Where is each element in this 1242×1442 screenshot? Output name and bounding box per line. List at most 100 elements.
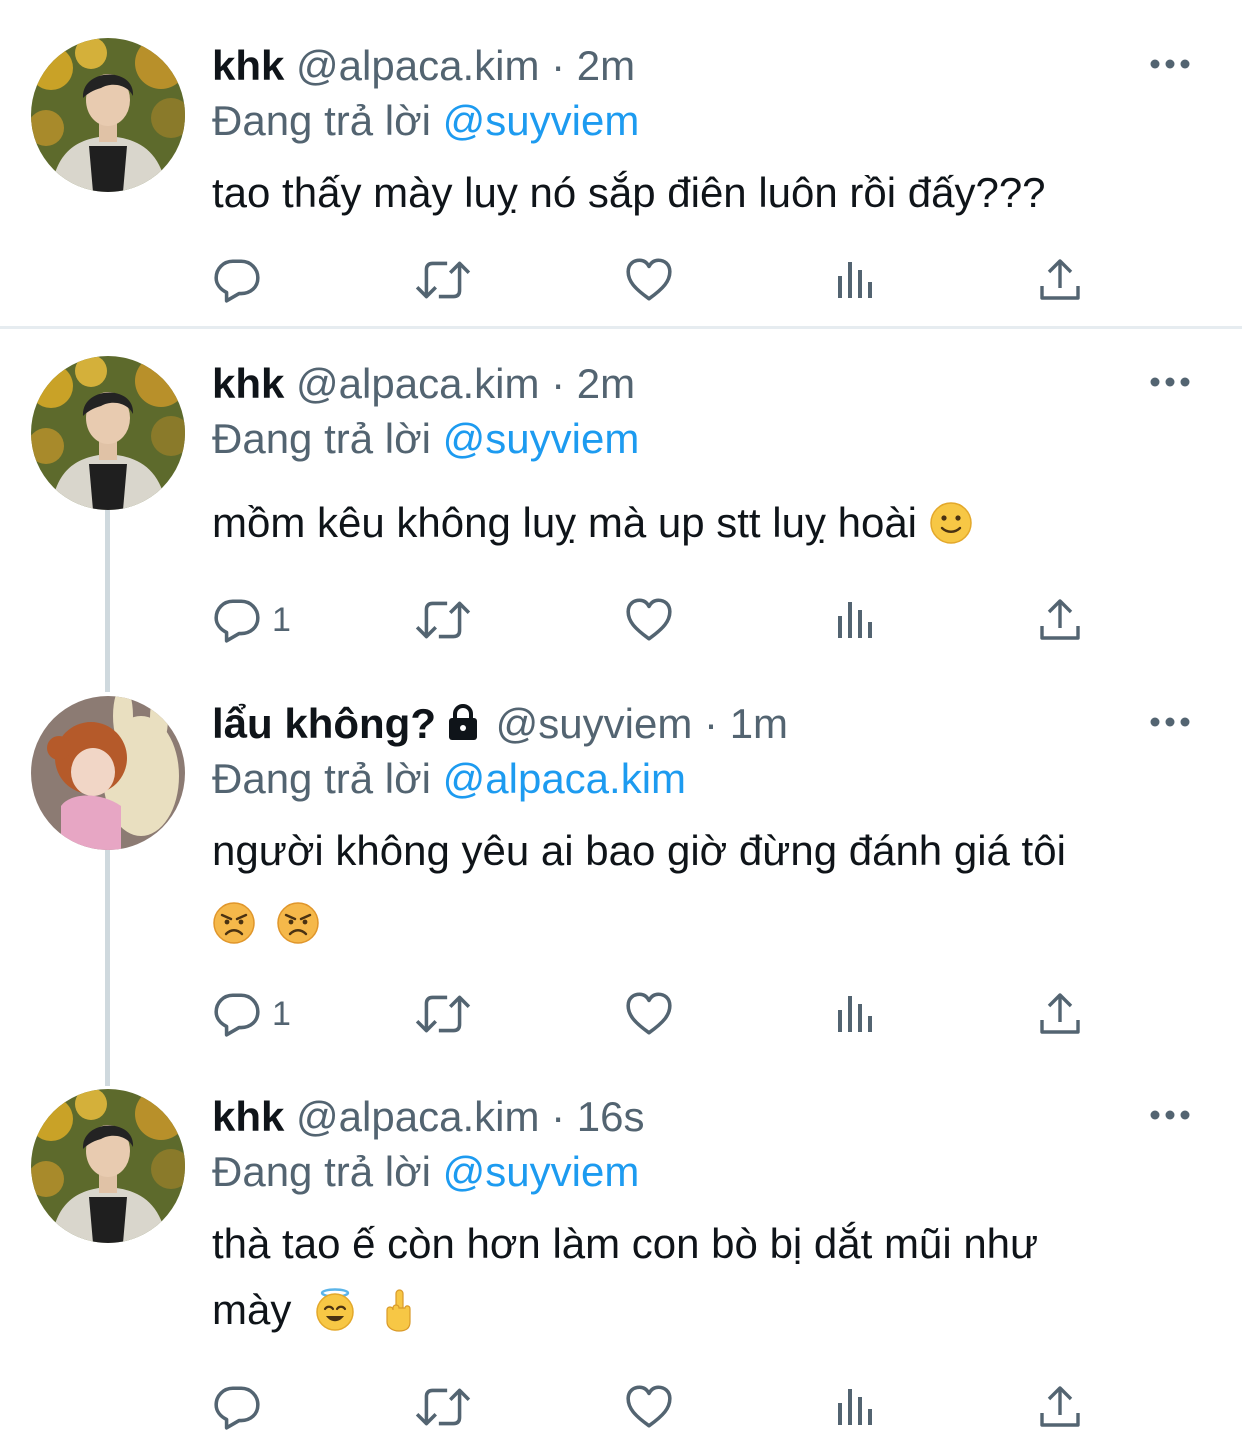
retweet-icon — [414, 255, 472, 305]
like-button[interactable] — [624, 594, 674, 646]
timestamp[interactable]: 16s — [577, 1093, 645, 1140]
retweet-icon — [414, 1382, 472, 1432]
tweet-header: lẩu không? @suyviem · 1m — [212, 698, 788, 750]
user-handle[interactable]: @alpaca.kim — [296, 1093, 539, 1140]
middle-finger-emoji — [377, 1288, 421, 1332]
reply-button[interactable] — [212, 254, 272, 306]
display-name[interactable]: khk — [212, 360, 284, 407]
reply-context: Đang trả lời @suyviem — [212, 95, 639, 147]
reply-prefix: Đang trả lời — [212, 415, 431, 462]
angry-face-emoji — [212, 901, 256, 945]
reply-prefix: Đang trả lời — [212, 97, 431, 144]
reply-button[interactable]: 1 — [212, 594, 291, 646]
reply-count: 1 — [272, 600, 291, 639]
display-name[interactable]: khk — [212, 42, 284, 89]
timestamp[interactable]: 2m — [577, 42, 635, 89]
slightly-smiling-face-emoji — [929, 501, 973, 545]
like-button[interactable] — [624, 988, 674, 1040]
action-bar: 1 — [212, 988, 1112, 1040]
reply-icon — [212, 1382, 262, 1432]
tweet-text: tao thấy mày luỵ nó sắp điên luôn rồi đấ… — [212, 160, 1202, 226]
tweet-3[interactable]: lẩu không? @suyviem · 1m Đang trả lời @a… — [0, 680, 1242, 1075]
share-button[interactable] — [1036, 254, 1084, 306]
timestamp[interactable]: 2m — [577, 360, 635, 407]
tweet-text: mồm kêu không luỵ mà up stt luỵ hoài — [212, 490, 1202, 556]
tweet-text: thà tao ế còn hơn làm con bò bị dắt mũi … — [212, 1211, 1202, 1343]
reply-mention[interactable]: @alpaca.kim — [443, 755, 686, 802]
share-button[interactable] — [1036, 1381, 1084, 1433]
retweet-button[interactable] — [414, 254, 472, 306]
avatar[interactable] — [31, 1089, 185, 1243]
user-handle[interactable]: @alpaca.kim — [296, 42, 539, 89]
tweet-text-line: thà tao ế còn hơn làm con bò bị dắt mũi … — [212, 1220, 1039, 1267]
display-name[interactable]: khk — [212, 1093, 284, 1140]
avatar[interactable] — [31, 356, 185, 510]
more-icon[interactable] — [1150, 376, 1190, 388]
retweet-button[interactable] — [414, 594, 472, 646]
reply-mention[interactable]: @suyviem — [443, 415, 640, 462]
share-icon — [1036, 990, 1084, 1038]
views-icon — [832, 256, 880, 304]
like-button[interactable] — [624, 1381, 674, 1433]
share-icon — [1036, 596, 1084, 644]
separator: · — [704, 700, 719, 747]
reply-icon — [212, 989, 262, 1039]
share-button[interactable] — [1036, 988, 1084, 1040]
share-icon — [1036, 1383, 1084, 1431]
reply-button[interactable]: 1 — [212, 988, 291, 1040]
avatar[interactable] — [31, 38, 185, 192]
tweet-header: khk @alpaca.kim · 2m — [212, 40, 635, 92]
more-icon[interactable] — [1150, 1109, 1190, 1121]
like-icon — [624, 255, 674, 305]
divider — [0, 326, 1242, 329]
reply-prefix: Đang trả lời — [212, 1148, 431, 1195]
avatar-image — [31, 696, 185, 850]
views-button[interactable] — [832, 594, 880, 646]
tweet-text-content: tao thấy mày luỵ nó sắp điên luôn rồi đấ… — [212, 169, 1046, 216]
views-button[interactable] — [832, 988, 880, 1040]
reply-context: Đang trả lời @suyviem — [212, 1146, 639, 1198]
reply-button[interactable] — [212, 1381, 272, 1433]
action-bar: 1 — [212, 594, 1112, 646]
tweet-text-line: mày — [212, 1286, 292, 1333]
like-icon — [624, 595, 674, 645]
share-button[interactable] — [1036, 594, 1084, 646]
share-icon — [1036, 256, 1084, 304]
avatar-image — [31, 38, 185, 192]
like-button[interactable] — [624, 254, 674, 306]
more-icon[interactable] — [1150, 716, 1190, 728]
views-button[interactable] — [832, 254, 880, 306]
smiling-face-with-halo-emoji — [313, 1288, 357, 1332]
timestamp[interactable]: 1m — [730, 700, 788, 747]
reply-context: Đang trả lời @suyviem — [212, 413, 639, 465]
separator: · — [551, 42, 566, 89]
views-icon — [832, 596, 880, 644]
avatar-image — [31, 1089, 185, 1243]
retweet-button[interactable] — [414, 988, 472, 1040]
views-button[interactable] — [832, 1381, 880, 1433]
reply-icon — [212, 595, 262, 645]
reply-icon — [212, 255, 262, 305]
user-handle[interactable]: @alpaca.kim — [296, 360, 539, 407]
tweet-4[interactable]: khk @alpaca.kim · 16s Đang trả lời @suyv… — [0, 1075, 1242, 1442]
reply-mention[interactable]: @suyviem — [443, 97, 640, 144]
tweet-header: khk @alpaca.kim · 2m — [212, 358, 635, 410]
reply-context: Đang trả lời @alpaca.kim — [212, 753, 686, 805]
retweet-button[interactable] — [414, 1381, 472, 1433]
views-icon — [832, 1383, 880, 1431]
action-bar — [212, 254, 1112, 306]
retweet-icon — [414, 989, 472, 1039]
reply-prefix: Đang trả lời — [212, 755, 431, 802]
tweet-text-content: mồm kêu không luỵ mà up stt luỵ hoài — [212, 499, 918, 546]
like-icon — [624, 989, 674, 1039]
separator: · — [551, 1093, 566, 1140]
more-icon[interactable] — [1150, 58, 1190, 70]
reply-mention[interactable]: @suyviem — [443, 1148, 640, 1195]
display-name[interactable]: lẩu không? — [212, 700, 436, 747]
avatar[interactable] — [31, 696, 185, 850]
user-handle[interactable]: @suyviem — [496, 700, 693, 747]
like-icon — [624, 1382, 674, 1432]
separator: · — [551, 360, 566, 407]
tweet-2[interactable]: khk @alpaca.kim · 2m Đang trả lời @suyvi… — [0, 330, 1242, 680]
tweet-1[interactable]: khk @alpaca.kim · 2m Đang trả lời @suyvi… — [0, 0, 1242, 326]
